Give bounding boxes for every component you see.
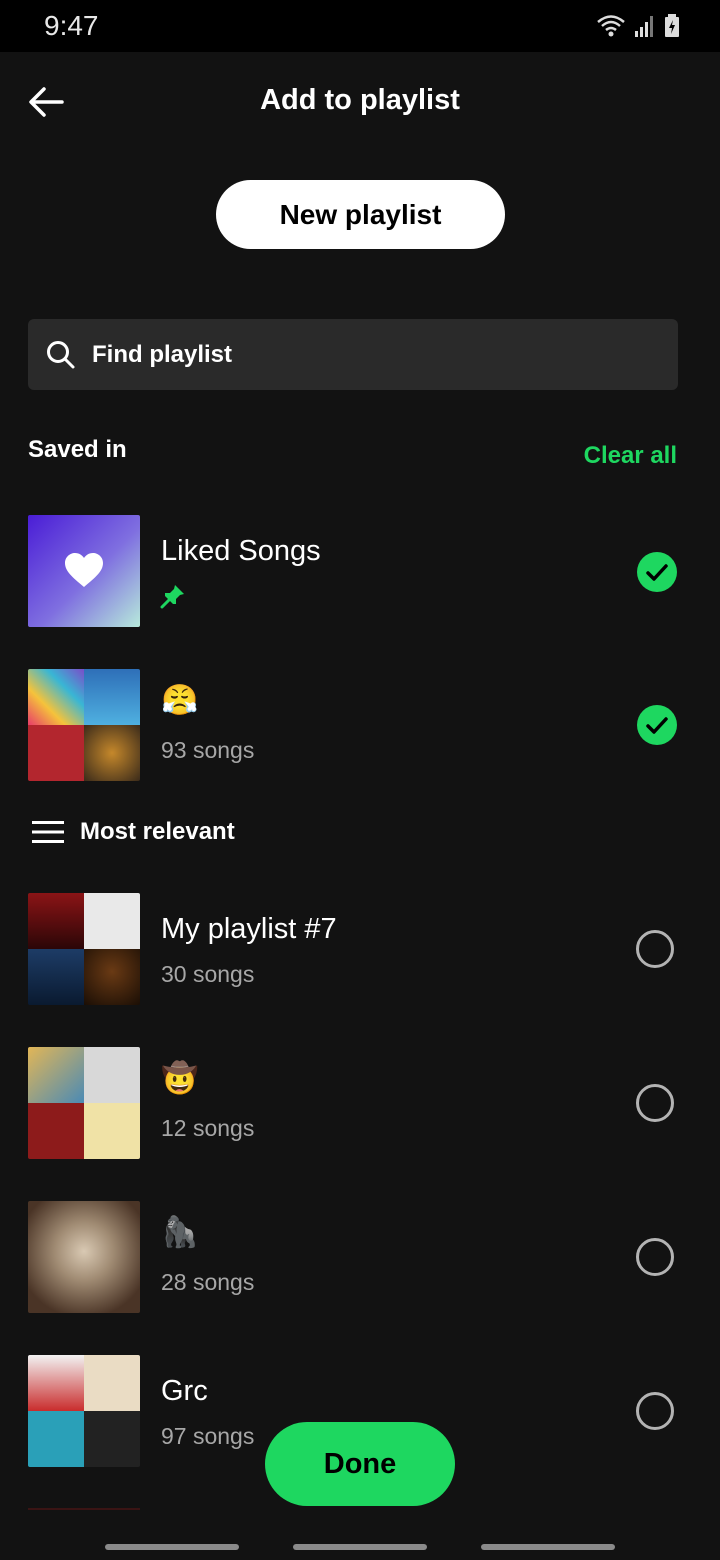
playlist-row-huffing[interactable]: 😤 93 songs <box>0 669 720 781</box>
playlist-title: 🤠 <box>161 1061 199 1096</box>
nav-recents[interactable] <box>105 1544 239 1550</box>
header: Add to playlist <box>0 52 720 152</box>
sort-button[interactable]: Most relevant <box>32 818 235 846</box>
clear-all-button[interactable]: Clear all <box>584 442 677 470</box>
checked-icon[interactable] <box>636 551 678 593</box>
new-playlist-button[interactable]: New playlist <box>216 180 505 249</box>
search-placeholder: Find playlist <box>92 340 233 368</box>
playlist-row-liked-songs[interactable]: Liked Songs <box>0 515 720 627</box>
checked-icon[interactable] <box>636 704 678 746</box>
playlist-row-gorilla[interactable]: 🦍 28 songs <box>0 1201 720 1313</box>
playlist-title: Liked Songs <box>161 535 321 567</box>
playlist-cover <box>28 1355 140 1467</box>
playlist-cover <box>28 1047 140 1159</box>
battery-icon <box>665 14 679 37</box>
status-time: 9:47 <box>44 10 99 41</box>
unchecked-radio[interactable] <box>636 930 674 968</box>
list-sort-icon <box>32 821 64 843</box>
playlist-song-count: 28 songs <box>161 1269 255 1295</box>
nav-home[interactable] <box>293 1544 427 1550</box>
playlist-song-count: 97 songs <box>161 1423 255 1449</box>
system-nav-bar <box>0 1510 720 1560</box>
playlist-title: 🦍 <box>161 1215 199 1250</box>
wifi-icon <box>597 15 625 37</box>
playlist-title: Grc <box>161 1375 208 1407</box>
playlist-title: 😤 <box>161 683 199 718</box>
unchecked-radio[interactable] <box>636 1084 674 1122</box>
nav-back[interactable] <box>481 1544 615 1550</box>
playlist-song-count: 12 songs <box>161 1115 255 1141</box>
unchecked-radio[interactable] <box>636 1238 674 1276</box>
heart-icon <box>65 553 103 587</box>
playlist-cover <box>28 893 140 1005</box>
playlist-song-count: 30 songs <box>161 961 255 987</box>
search-icon <box>47 340 75 368</box>
playlist-title: My playlist #7 <box>161 913 337 945</box>
liked-songs-cover <box>28 515 140 627</box>
playlist-cover <box>28 669 140 781</box>
pin-icon <box>160 585 184 609</box>
status-icons <box>596 14 680 38</box>
sort-label: Most relevant <box>80 818 235 845</box>
page-title: Add to playlist <box>260 84 460 116</box>
status-bar: 9:47 <box>0 0 720 52</box>
unchecked-radio[interactable] <box>636 1392 674 1430</box>
playlist-song-count: 93 songs <box>161 737 255 763</box>
playlist-cover <box>28 1201 140 1313</box>
find-playlist-search[interactable]: Find playlist <box>28 319 678 390</box>
saved-in-label: Saved in <box>28 436 127 463</box>
playlist-row-cowboy[interactable]: 🤠 12 songs <box>0 1047 720 1159</box>
playlist-row-my-playlist-7[interactable]: My playlist #7 30 songs <box>0 893 720 1005</box>
signal-icon <box>635 16 653 37</box>
done-button[interactable]: Done <box>265 1422 455 1506</box>
